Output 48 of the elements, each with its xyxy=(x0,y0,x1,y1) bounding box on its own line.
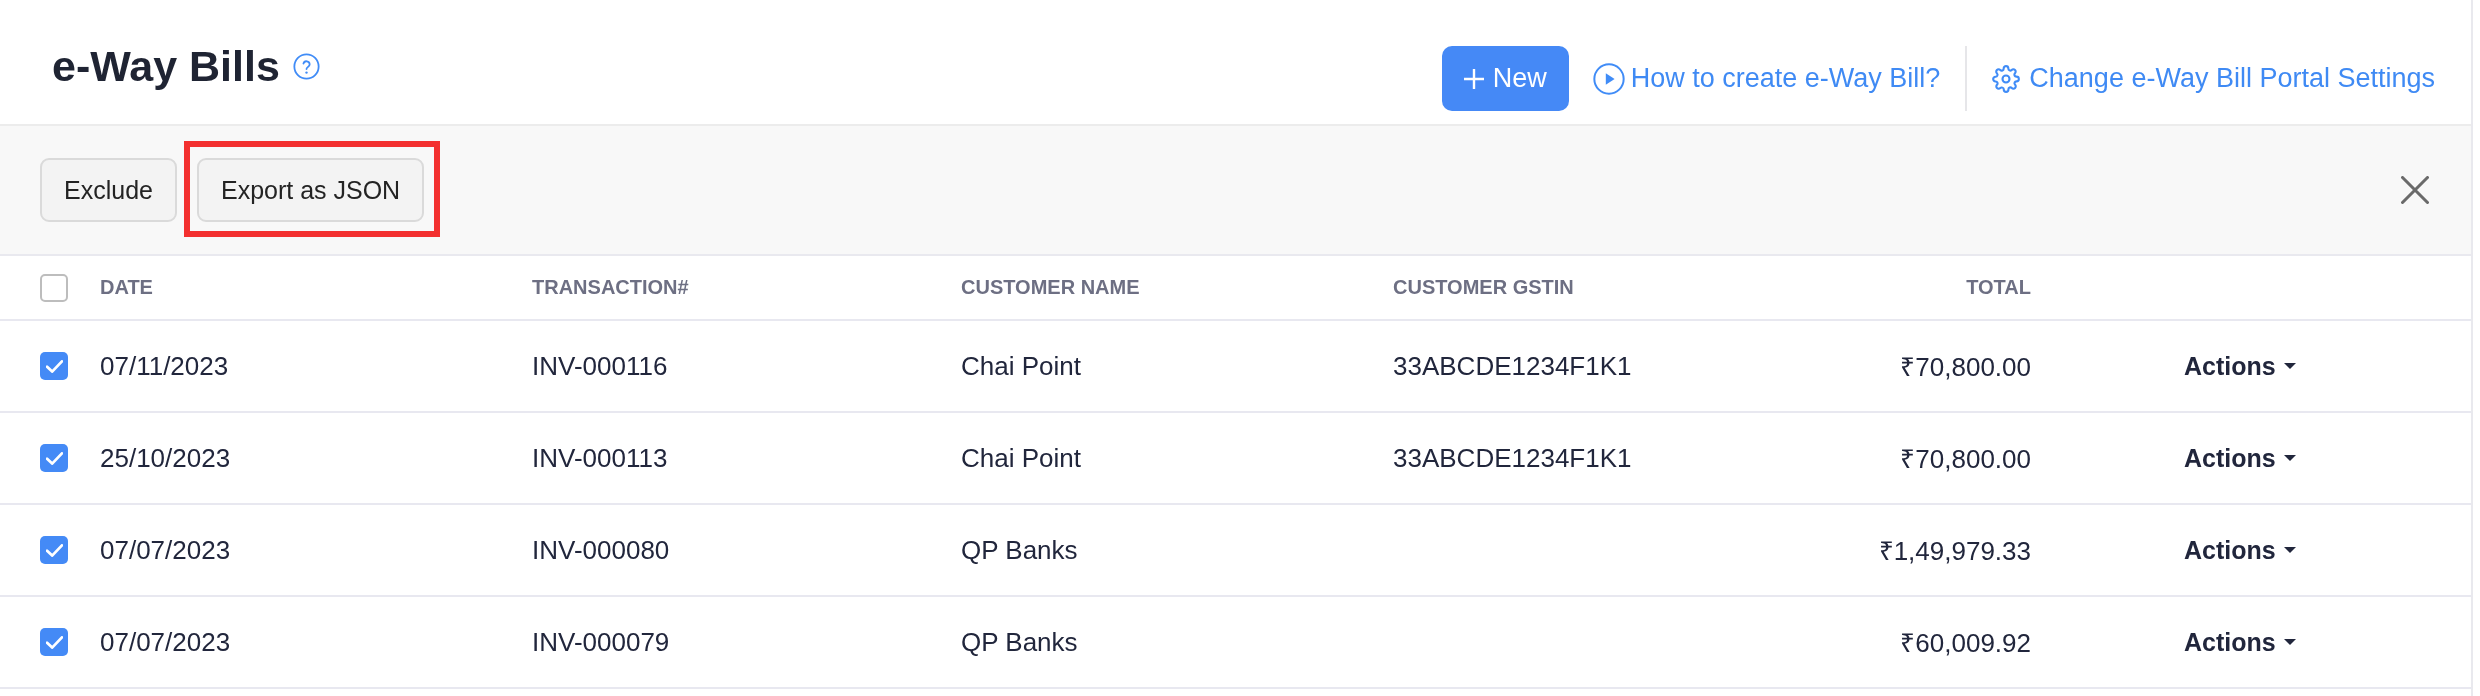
table-cell: QP Banks xyxy=(961,534,1078,566)
actions-dropdown[interactable]: Actions xyxy=(2184,627,2296,657)
checkmark-icon xyxy=(45,635,63,649)
checkmark-icon xyxy=(45,359,63,373)
plus-icon xyxy=(1463,68,1484,89)
table-cell: INV-000116 xyxy=(532,350,668,382)
table-cell: 25/10/2023 xyxy=(100,442,231,474)
table-cell: Chai Point xyxy=(961,442,1081,474)
table-cell: 33ABCDE1234F1K1 xyxy=(1393,350,1632,382)
checkmark-icon xyxy=(45,543,63,557)
table-cell: 07/11/2023 xyxy=(100,350,229,382)
caret-icon xyxy=(2283,363,2296,369)
checkmark-icon xyxy=(45,451,63,465)
table-cell-text: ₹1,49,979.33 xyxy=(1878,535,2031,568)
table-cell: Chai Point xyxy=(961,350,1081,382)
column-header: CUSTOMER GSTIN xyxy=(1393,276,1574,299)
row-checkbox[interactable] xyxy=(40,536,68,564)
table-cell: INV-000113 xyxy=(532,442,668,474)
table-cell-text: ₹60,009.92 xyxy=(1900,627,2031,660)
table-cell-text: ₹70,800.00 xyxy=(1900,443,2031,476)
column-header: TRANSACTION# xyxy=(532,276,689,299)
settings-icon xyxy=(1992,64,2021,93)
caret-icon xyxy=(2283,639,2296,645)
close-icon[interactable] xyxy=(2401,176,2429,204)
row-checkbox[interactable] xyxy=(40,628,68,656)
caret-icon xyxy=(2283,547,2296,553)
table-cell-text: ₹70,800.00 xyxy=(1900,351,2031,384)
select-all-checkbox[interactable] xyxy=(40,273,68,302)
toolbar-button[interactable]: Export as JSON xyxy=(196,158,425,222)
row-checkbox[interactable] xyxy=(40,352,68,380)
row-checkbox[interactable] xyxy=(40,444,68,472)
actions-dropdown[interactable]: Actions xyxy=(2184,351,2296,381)
column-header: TOTAL xyxy=(1966,276,2031,299)
table-cell: INV-000079 xyxy=(532,626,670,658)
column-header: CUSTOMER NAME xyxy=(961,276,1140,299)
help-icon[interactable] xyxy=(292,52,320,80)
table-cell: 07/07/2023 xyxy=(100,534,231,566)
actions-dropdown[interactable]: Actions xyxy=(2184,443,2296,473)
table-cell: INV-000080 xyxy=(532,534,670,566)
toolbar-button[interactable]: Exclude xyxy=(40,158,177,222)
table-cell: 33ABCDE1234F1K1 xyxy=(1393,442,1632,474)
table-cell: 07/07/2023 xyxy=(100,626,231,658)
play-icon xyxy=(1592,62,1625,95)
table-cell: QP Banks xyxy=(961,626,1078,658)
caret-icon xyxy=(2283,455,2296,461)
actions-dropdown[interactable]: Actions xyxy=(2184,535,2296,565)
page-title: e-Way Bills xyxy=(52,41,280,92)
column-header: DATE xyxy=(100,276,153,299)
